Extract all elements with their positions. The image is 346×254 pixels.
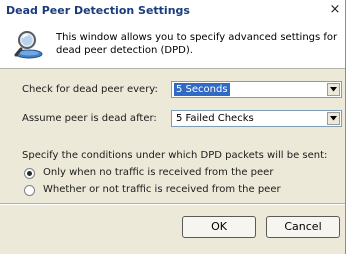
dpd-settings-dialog: Dead Peer Detection Settings × This wind… bbox=[0, 0, 346, 254]
conditions-prompt: Specify the conditions under which DPD p… bbox=[22, 150, 328, 161]
cancel-button[interactable]: Cancel bbox=[266, 216, 340, 238]
window-title: Dead Peer Detection Settings bbox=[6, 4, 190, 17]
failure-threshold-label: Assume peer is dead after: bbox=[22, 113, 157, 124]
chevron-down-icon[interactable] bbox=[327, 112, 340, 125]
ok-button[interactable]: OK bbox=[182, 216, 256, 238]
radio-selected-dot bbox=[27, 171, 32, 176]
title-bar[interactable]: Dead Peer Detection Settings × bbox=[0, 0, 345, 22]
radio-button[interactable] bbox=[24, 185, 35, 196]
radio-option-label: Whether or not traffic is received from … bbox=[43, 184, 281, 195]
check-interval-select[interactable]: 5 Seconds bbox=[171, 81, 342, 98]
header-description: This window allows you to specify advanc… bbox=[56, 32, 338, 56]
radio-button[interactable] bbox=[24, 168, 35, 179]
radio-option-label: Only when no traffic is received from th… bbox=[43, 167, 274, 178]
footer-divider bbox=[0, 203, 345, 205]
check-interval-label: Check for dead peer every: bbox=[22, 84, 158, 95]
dpd-search-icon bbox=[12, 28, 44, 60]
close-icon[interactable]: × bbox=[327, 2, 343, 18]
header-panel: This window allows you to specify advanc… bbox=[0, 22, 345, 69]
chevron-down-icon[interactable] bbox=[327, 83, 340, 96]
check-interval-value: 5 Seconds bbox=[174, 83, 230, 96]
failure-threshold-select[interactable]: 5 Failed Checks bbox=[171, 110, 342, 127]
failure-threshold-value: 5 Failed Checks bbox=[176, 113, 254, 124]
